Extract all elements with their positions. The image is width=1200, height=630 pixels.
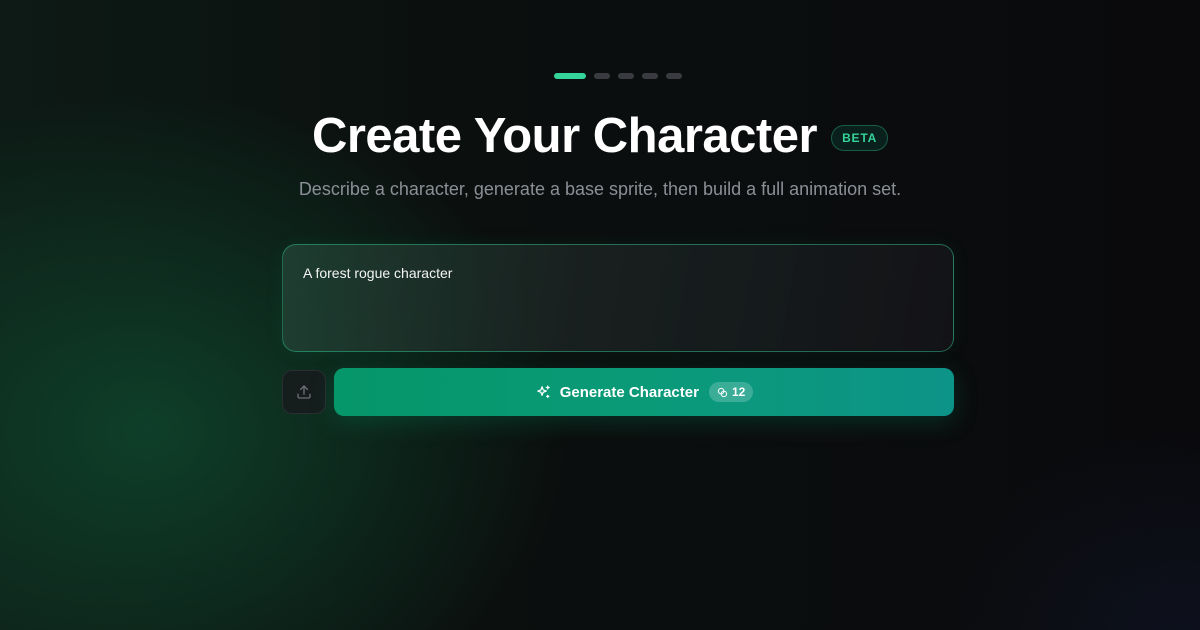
page-title: Create Your Character	[311, 109, 818, 163]
progress-stepper	[554, 73, 682, 79]
step-indicator-1	[554, 73, 586, 79]
step-indicator-4	[642, 73, 658, 79]
character-prompt-container[interactable]: A forest rogue character	[282, 244, 954, 352]
upload-button[interactable]	[282, 370, 326, 414]
credit-cost-value: 12	[731, 385, 746, 399]
page-subtitle: Describe a character, generate a base sp…	[298, 179, 902, 199]
sparkles-icon	[535, 384, 552, 401]
coins-icon	[717, 387, 728, 398]
step-indicator-3	[618, 73, 634, 79]
beta-badge: BETA	[831, 125, 889, 151]
page: Create Your Character BETA Describe a ch…	[0, 0, 1200, 630]
upload-icon	[295, 383, 313, 401]
title-row: Create Your Character BETA	[0, 108, 1200, 164]
character-prompt-input[interactable]: A forest rogue character	[303, 265, 933, 331]
step-indicator-5	[666, 73, 682, 79]
step-indicator-2	[594, 73, 610, 79]
generate-character-button[interactable]: Generate Character 12	[334, 368, 954, 416]
credit-cost-badge: 12	[708, 382, 754, 402]
generate-character-label: Generate Character	[559, 383, 699, 401]
